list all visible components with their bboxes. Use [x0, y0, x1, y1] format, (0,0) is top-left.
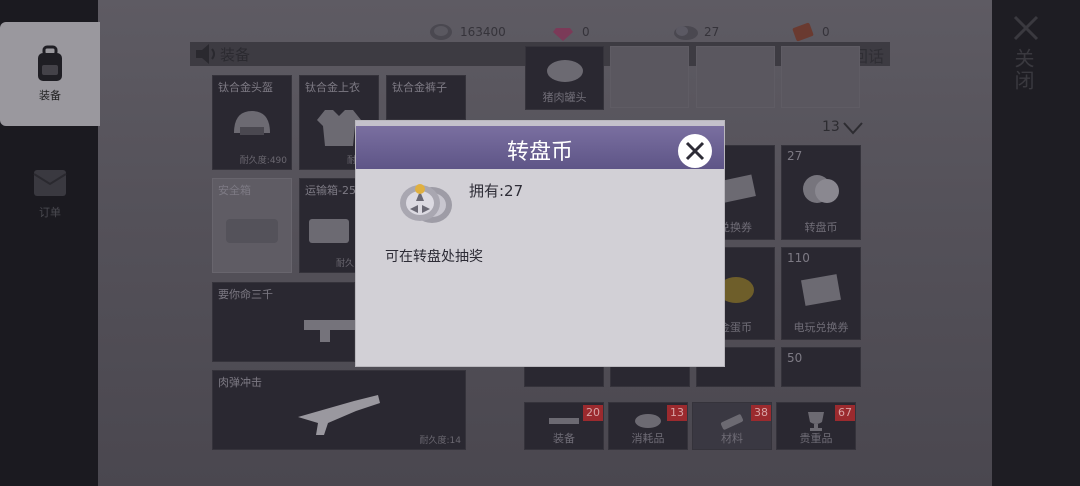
item-description: 可在转盘处抽奖 [385, 249, 483, 265]
can-icon [546, 59, 583, 82]
item-count: 27 [787, 149, 803, 163]
close-icon[interactable] [1012, 14, 1040, 42]
close-icon [685, 141, 705, 161]
item-name: 电玩兑换券 [793, 321, 849, 334]
item-count: 13 [822, 119, 840, 135]
envelope-icon [33, 170, 67, 196]
speaker-icon[interactable] [193, 42, 219, 66]
category-label: 装备 [553, 432, 575, 445]
slot-durability: 耐久 [335, 259, 354, 269]
page-title: 装备 [220, 46, 251, 64]
category-tab-equipment[interactable]: 20 装备 [524, 402, 604, 450]
resource-coins: 163400 [428, 20, 506, 44]
arcade-ticket-icon [801, 273, 841, 306]
inventory-item[interactable]: 110 电玩兑换券 [781, 247, 861, 340]
resource-gems: 0 [550, 20, 590, 44]
trophy-icon [808, 412, 824, 431]
gun-icon [549, 418, 579, 424]
equip-slot-weapon-1[interactable]: 要你命三千 [212, 282, 374, 362]
helmet-icon [234, 111, 270, 136]
dialog-title: 转盘币 [506, 140, 573, 165]
inventory-item[interactable]: 50 [781, 347, 861, 387]
resource-value: 0 [822, 25, 830, 39]
item-detail-dialog: 转盘币 拥有:27 可在转盘处抽奖 [355, 120, 725, 367]
item-count: 110 [787, 251, 810, 265]
slot-name: 肉弹冲击 [218, 376, 262, 389]
resource-value: 163400 [460, 25, 506, 39]
shotgun-icon [298, 394, 380, 435]
category-label: 材料 [721, 432, 743, 445]
slot-durability: 耐久度:14 [419, 436, 462, 446]
item-name: 转盘币 [804, 221, 838, 234]
equip-slot-weapon-2[interactable]: 肉弹冲击 耐久度:14 [212, 370, 466, 450]
inventory-empty-slot [696, 46, 775, 108]
slot-durability: 耐久度:490 [239, 156, 287, 166]
inventory-item-top[interactable]: 猪肉罐头 [525, 46, 604, 110]
equip-slot-transport[interactable]: 运输箱-25 耐久 [299, 178, 359, 273]
count-badge: 67 [835, 405, 855, 421]
equip-slot-pants[interactable]: 钛合金裤子 [386, 75, 466, 120]
pipe-icon [720, 414, 744, 430]
resource-spin-coins: 27 [672, 20, 719, 44]
spin-coin-icon [803, 174, 839, 203]
side-tab-equipment[interactable]: 装备 [0, 22, 100, 126]
item-count: 50 [787, 351, 803, 365]
coin-icon [428, 21, 454, 43]
count-badge: 13 [667, 405, 687, 421]
category-label: 贵重品 [799, 432, 833, 445]
category-tab-consumables[interactable]: 13 消耗品 [608, 402, 688, 450]
side-tab-label: 订单 [39, 206, 61, 219]
category-label: 消耗品 [631, 432, 665, 445]
ticket-icon [790, 21, 816, 43]
equip-slot-safebox[interactable]: 安全箱 [212, 178, 292, 273]
case-icon [226, 219, 278, 244]
resource-value: 0 [582, 25, 590, 39]
side-tab-orders[interactable]: 订单 [0, 140, 100, 244]
slot-name: 钛合金裤子 [392, 81, 447, 94]
dialog-close-button[interactable] [678, 134, 712, 168]
spin-coin-icon [400, 184, 452, 223]
chevron-down-icon[interactable] [842, 121, 864, 135]
inventory-item[interactable]: 27 转盘币 [781, 145, 861, 240]
dialog-header: 转盘币 [356, 121, 724, 169]
item-name: 猪肉罐头 [542, 91, 587, 104]
inventory-empty-slot [610, 46, 689, 108]
category-tab-materials[interactable]: 38 材料 [692, 402, 772, 450]
can-icon [635, 414, 661, 428]
equip-slot-helmet[interactable]: 钛合金头盔 耐久度:490 [212, 75, 292, 170]
resource-value: 27 [704, 25, 720, 39]
inventory-empty-slot [781, 46, 860, 108]
gem-icon [550, 21, 576, 43]
slot-name: 钛合金上衣 [305, 81, 360, 94]
slot-name: 运输箱-25 [305, 184, 356, 197]
category-tab-valuables[interactable]: 67 贵重品 [776, 402, 856, 450]
backpack-icon [38, 45, 62, 81]
count-badge: 20 [583, 405, 603, 421]
resource-tickets: 0 [790, 20, 830, 44]
crate-icon [309, 219, 349, 244]
count-badge: 38 [751, 405, 771, 421]
slot-name: 安全箱 [218, 184, 251, 197]
slot-name: 钛合金头盔 [218, 81, 273, 94]
spin-coin-icon [672, 21, 698, 43]
close-button-label[interactable]: 关闭 [1011, 48, 1038, 92]
slot-name: 要你命三千 [218, 288, 273, 301]
owned-count: 拥有:27 [469, 182, 524, 200]
side-tab-label: 装备 [39, 89, 61, 102]
